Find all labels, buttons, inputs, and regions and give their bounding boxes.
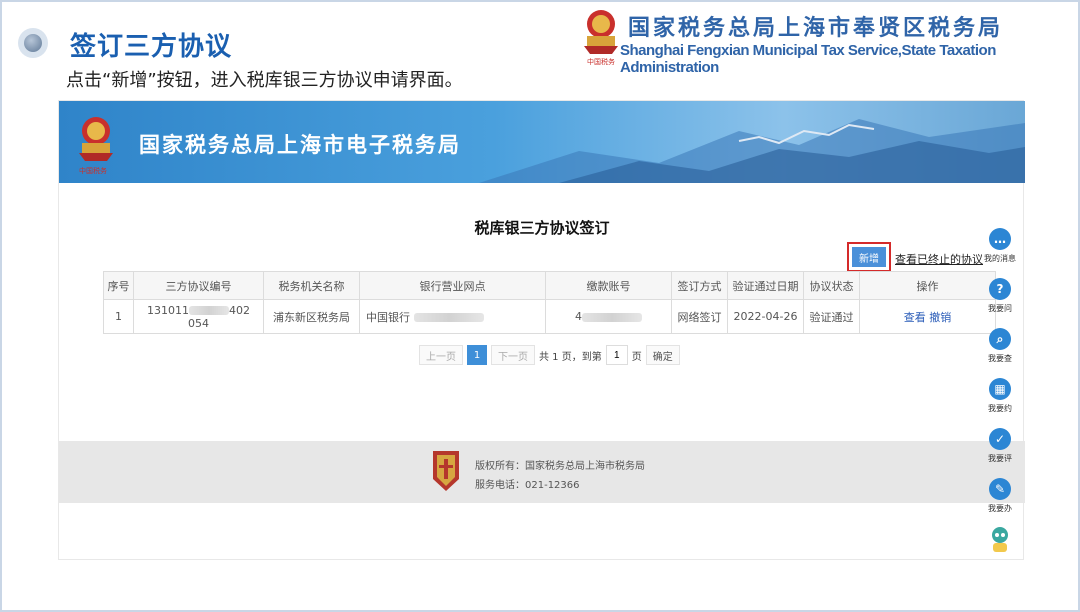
footer-copyright: 版权所有：国家税务总局上海市税务局 (475, 461, 645, 472)
org-name-en: Shanghai Fengxian Municipal Tax Service,… (620, 42, 996, 76)
col-index: 序号 (103, 271, 134, 300)
rate-icon: ✓ (989, 428, 1011, 450)
slide-title: 签订三方协议 (70, 32, 233, 62)
sidebar-item-handle[interactable]: ✎ 我要办 (978, 478, 1022, 514)
calendar-icon: ▦ (989, 378, 1011, 400)
sidebar-item-query[interactable]: ⌕ 我要查 (978, 328, 1022, 364)
footer-logo (433, 451, 459, 491)
row-index: 1 (103, 299, 134, 334)
col-account: 缴款账号 (545, 271, 672, 300)
page-title: 税库银三方协议签订 (474, 219, 610, 237)
question-icon: ? (989, 278, 1011, 300)
sidebar-label: 我要评 (988, 454, 1012, 463)
banner-emblem-icon: 中国税务 (79, 117, 113, 175)
tax-emblem-logo: 中国税务 (584, 10, 618, 66)
svg-text:中国税务: 中国税务 (587, 57, 615, 66)
row-tax-office: 浦东新区税务局 (263, 299, 360, 334)
col-verified-date: 验证通过日期 (727, 271, 804, 300)
row-account: 4 (545, 299, 672, 334)
sidebar-item-ask[interactable]: ? 我要问 (978, 278, 1022, 314)
slide-bullet-icon (18, 28, 48, 58)
org-name-cn: 国家税务总局上海市奉贤区税务局 (628, 16, 1004, 41)
col-agreement-no: 三方协议编号 (133, 271, 264, 300)
page-unit-text: 页 (631, 351, 642, 363)
edit-icon: ✎ (989, 478, 1011, 500)
message-icon: … (989, 228, 1011, 250)
slide-instruction: 点击“新增”按钮，进入税库银三方协议申请界面。 (66, 70, 463, 91)
view-link[interactable]: 查看 (904, 311, 926, 324)
sidebar-item-rate[interactable]: ✓ 我要评 (978, 428, 1022, 464)
footer-phone: 服务电话：021-12366 (475, 480, 580, 491)
add-button-highlight: 新增 (847, 242, 891, 272)
col-status: 协议状态 (803, 271, 860, 300)
table-row: 1 131011 402 054 浦东新区税务局 中国银行 4 网络签订 2022… (103, 299, 996, 334)
add-agreement-button[interactable]: 新增 (852, 247, 886, 267)
portal-banner: 中国税务 国家税务总局上海市电子税务局 (59, 101, 1025, 183)
search-icon: ⌕ (989, 328, 1011, 350)
next-page-button[interactable]: 下一页 (491, 345, 535, 365)
svg-text:中国税务: 中国税务 (79, 166, 107, 175)
table-header-row: 序号 三方协议编号 税务机关名称 银行营业网点 缴款账号 签订方式 验证通过日期… (103, 271, 996, 300)
pagination: 上一页 1 下一页 共 1 页，到第 页 确定 (419, 345, 680, 365)
total-pages-text: 共 1 页，到第 (539, 351, 602, 363)
row-verified-date: 2022-04-26 (727, 299, 804, 334)
sidebar-label: 我要办 (988, 504, 1012, 513)
sidebar-item-appointment[interactable]: ▦ 我要约 (978, 378, 1022, 414)
view-ended-agreements-link[interactable]: 查看已终止的协议 (895, 251, 983, 267)
row-bank-branch: 中国银行 (359, 299, 546, 334)
sidebar-item-messages[interactable]: … 我的消息 (978, 228, 1022, 264)
col-tax-office: 税务机关名称 (263, 271, 360, 300)
col-sign-method: 签订方式 (671, 271, 728, 300)
portal-footer: 版权所有：国家税务总局上海市税务局 服务电话：021-12366 (59, 441, 1025, 503)
row-agreement-no: 131011 402 054 (133, 299, 264, 334)
row-operations: 查看 撤销 (859, 299, 996, 334)
sidebar-label: 我要问 (988, 304, 1012, 313)
assistant-robot-icon[interactable] (988, 526, 1012, 556)
prev-page-button[interactable]: 上一页 (419, 345, 463, 365)
current-page-button[interactable]: 1 (467, 345, 487, 365)
sidebar-label: 我要查 (988, 354, 1012, 363)
row-status: 验证通过 (803, 299, 860, 334)
revoke-link[interactable]: 撤销 (929, 311, 951, 324)
portal-screenshot: 中国税务 国家税务总局上海市电子税务局 税库银三方协议签订 新增 查看已终止的协… (58, 100, 1025, 560)
sidebar-label: 我的消息 (984, 254, 1016, 263)
goto-page-input[interactable] (605, 345, 628, 365)
sidebar-label: 我要约 (988, 404, 1012, 413)
row-sign-method: 网络签订 (671, 299, 728, 334)
goto-confirm-button[interactable]: 确定 (645, 345, 680, 365)
portal-title: 国家税务总局上海市电子税务局 (139, 133, 461, 157)
agreements-table: 序号 三方协议编号 税务机关名称 银行营业网点 缴款账号 签订方式 验证通过日期… (103, 271, 996, 334)
col-bank-branch: 银行营业网点 (359, 271, 546, 300)
col-operation: 操作 (859, 271, 996, 300)
